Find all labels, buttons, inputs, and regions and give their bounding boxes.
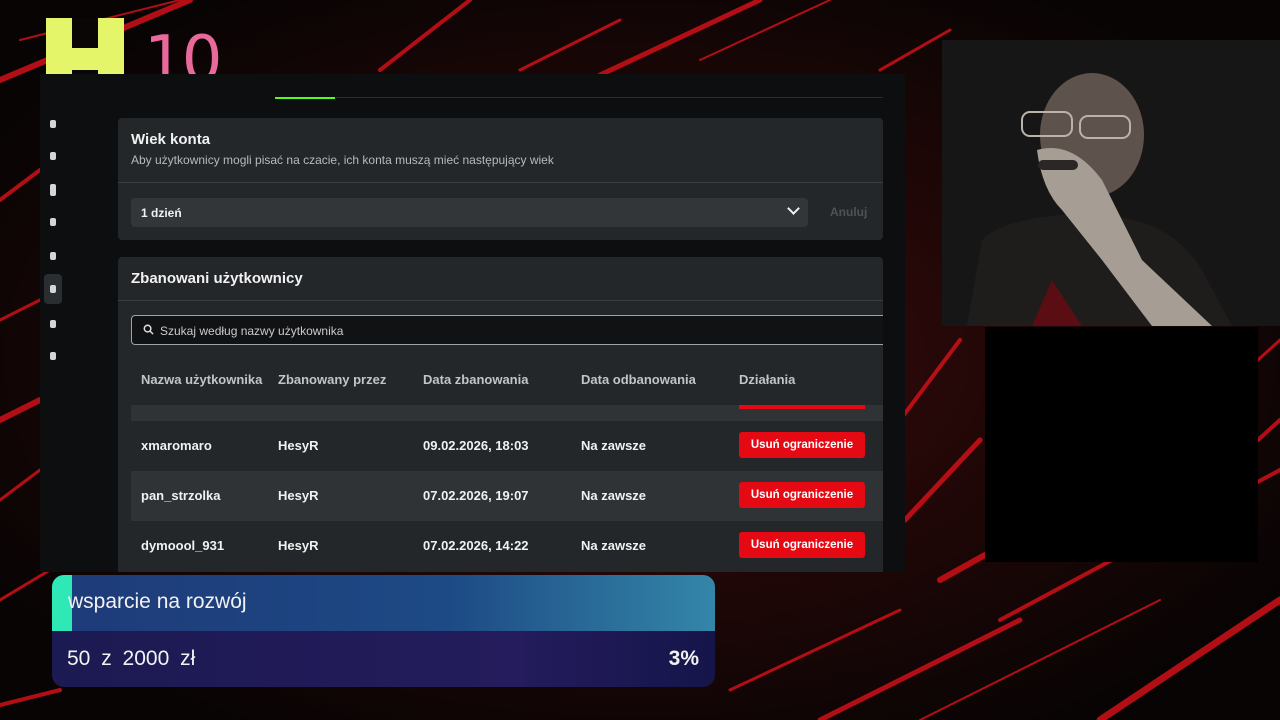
goal-percent: 3% <box>668 647 699 670</box>
column-header-actions: Działania <box>739 372 796 387</box>
username-cell: dymoool_931 <box>141 538 225 553</box>
moderation-settings-window: Wiek konta Aby użytkownicy mogli pisać n… <box>40 74 905 572</box>
secondary-camera-frame <box>985 327 1258 562</box>
goal-header: wsparcie na rozwój <box>52 575 715 631</box>
table-row: pan_strzolka HesyR 07.02.2026, 19:07 Na … <box>131 471 883 521</box>
unban-button-partial[interactable] <box>739 405 865 409</box>
goal-title: wsparcie na rozwój <box>68 590 247 613</box>
banned-by-cell: HesyR <box>278 488 319 503</box>
divider <box>118 300 883 301</box>
ban-date-cell: 09.02.2026, 18:03 <box>423 438 529 453</box>
ban-date-cell: 07.02.2026, 19:07 <box>423 488 529 503</box>
banned-users-card: Zbanowani użytkownicy Szukaj według nazw… <box>118 257 883 572</box>
remove-restriction-button[interactable]: Usuń ograniczenie <box>739 432 865 458</box>
unban-date-cell: Na zawsze <box>581 488 647 503</box>
sidebar-icon-4[interactable] <box>50 218 56 226</box>
table-row: xmaromaro HesyR 09.02.2026, 18:03 Na zaw… <box>131 421 883 471</box>
table-row: dymoool_931 HesyR 07.02.2026, 14:22 Na z… <box>131 521 883 571</box>
sidebar-icon-6[interactable] <box>50 285 56 293</box>
remove-restriction-button[interactable]: Usuń ograniczenie <box>739 482 865 508</box>
stream-overlay: 10 Wiek konta Aby użytkownicy mogli pisa… <box>0 0 1280 720</box>
search-icon <box>143 324 154 335</box>
remove-restriction-button[interactable]: Usuń ograniczenie <box>739 532 865 558</box>
tab-divider <box>275 97 883 98</box>
chevron-down-icon <box>787 202 800 215</box>
column-header-unban-date[interactable]: Data odbanowania <box>581 372 696 387</box>
webcam-feed <box>942 40 1280 326</box>
goal-amount: 50 z 2000 zł <box>67 647 196 670</box>
column-header-banned-by[interactable]: Zbanowany przez <box>278 372 386 387</box>
banned-by-cell: HesyR <box>278 438 319 453</box>
unban-date-cell: Na zawsze <box>581 538 647 553</box>
column-header-ban-date[interactable]: Data zbanowania <box>423 372 528 387</box>
sidebar-icon-1[interactable] <box>50 120 56 128</box>
sidebar-icon-3[interactable] <box>50 184 56 196</box>
username-cell: xmaromaro <box>141 438 212 453</box>
sidebar-icon-2[interactable] <box>50 152 56 160</box>
goal-footer: 50 z 2000 zł 3% <box>52 631 715 687</box>
sidebar-icon-5[interactable] <box>50 252 56 260</box>
banned-users-title: Zbanowani użytkownicy <box>131 270 303 287</box>
column-header-username[interactable]: Nazwa użytkownika <box>141 372 262 387</box>
cancel-button[interactable]: Anuluj <box>830 205 867 219</box>
search-placeholder: Szukaj według nazwy użytkownika <box>160 324 344 338</box>
banned-by-cell: HesyR <box>278 538 319 553</box>
account-age-title: Wiek konta <box>131 131 211 148</box>
username-search-input[interactable]: Szukaj według nazwy użytkownika <box>131 315 883 345</box>
divider <box>118 182 883 183</box>
select-value: 1 dzień <box>141 206 182 220</box>
table-row-partial <box>131 405 883 421</box>
sidebar-icon-8[interactable] <box>50 352 56 360</box>
unban-date-cell: Na zawsze <box>581 438 647 453</box>
username-cell: pan_strzolka <box>141 488 221 503</box>
account-age-card: Wiek konta Aby użytkownicy mogli pisać n… <box>118 118 883 240</box>
streamer-silhouette <box>942 40 1280 326</box>
donation-goal-widget: wsparcie na rozwój 50 z 2000 zł 3% <box>52 575 715 687</box>
ban-date-cell: 07.02.2026, 14:22 <box>423 538 529 553</box>
account-age-select[interactable]: 1 dzień <box>131 198 808 227</box>
sidebar-icon-7[interactable] <box>50 320 56 328</box>
active-tab-indicator <box>275 97 335 99</box>
account-age-description: Aby użytkownicy mogli pisać na czacie, i… <box>131 153 554 167</box>
